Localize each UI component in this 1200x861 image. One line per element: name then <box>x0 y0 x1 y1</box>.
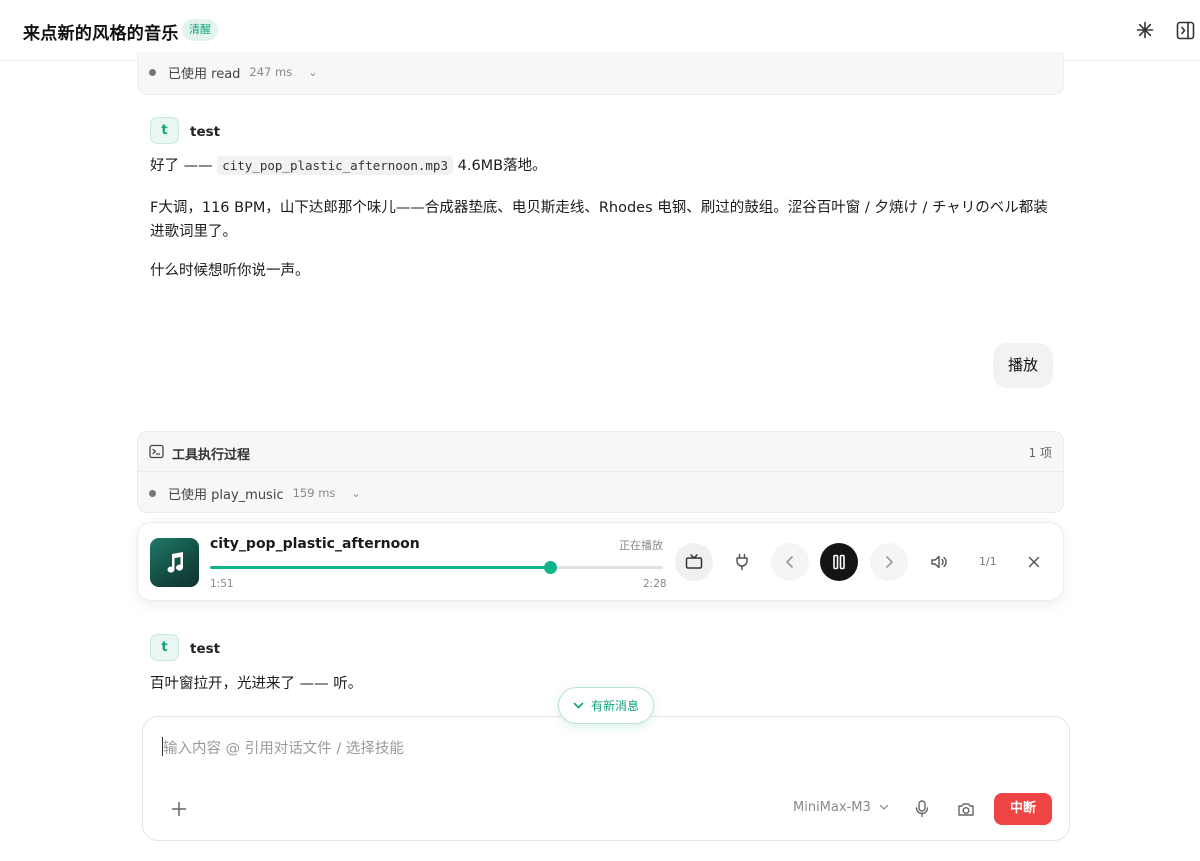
tool-usage-row[interactable]: 已使用 read 247 ms ⌄ <box>138 52 1063 92</box>
music-note-icon <box>167 551 183 573</box>
tool-panel-header[interactable]: 工具执行过程 1 项 <box>138 432 1063 472</box>
message-input[interactable]: 输入内容 @ 引用对话文件 / 选择技能 <box>163 737 404 758</box>
message-text: 好了 —— <box>150 158 218 174</box>
previous-button[interactable] <box>771 543 809 581</box>
plug-icon <box>736 553 748 571</box>
voice-input-button[interactable] <box>912 799 932 819</box>
tool-duration: 247 ms <box>249 65 293 79</box>
tool-process-panel: 工具执行过程 1 项 已使用 play_music 159 ms ⌄ <box>137 431 1064 513</box>
chevron-down-icon[interactable]: ⌄ <box>308 66 317 79</box>
track-title: city_pop_plastic_afternoon <box>210 536 420 552</box>
model-selector[interactable]: MiniMax-M3 <box>793 800 889 815</box>
mini-player-button[interactable] <box>675 543 713 581</box>
music-player: city_pop_plastic_afternoon 正在播放 1:51 2:2… <box>137 522 1064 601</box>
tool-usage-strip: 已使用 read 247 ms ⌄ <box>137 52 1064 95</box>
terminal-icon <box>149 444 164 463</box>
sparkle-icon[interactable] <box>1134 19 1156 41</box>
new-messages-label: 有新消息 <box>590 699 639 713</box>
close-player-button[interactable] <box>1015 543 1053 581</box>
sender-name: test <box>190 124 221 140</box>
tool-duration: 159 ms <box>292 486 336 500</box>
volume-icon <box>931 555 947 569</box>
new-messages-button[interactable]: 有新消息 <box>558 687 654 724</box>
progress-bar[interactable] <box>210 561 663 574</box>
avatar: t <box>150 634 179 661</box>
progress-fill <box>210 566 550 569</box>
microphone-icon <box>915 800 929 818</box>
tool-usage-row[interactable]: 已使用 play_music 159 ms ⌄ <box>138 473 1063 513</box>
next-button[interactable] <box>870 543 908 581</box>
chevron-down-icon <box>573 702 584 708</box>
progress-handle[interactable] <box>543 561 557 574</box>
tool-count: 1 项 <box>1028 446 1052 460</box>
tool-panel-title: 工具执行过程 <box>172 448 251 463</box>
total-time: 2:28 <box>643 578 667 590</box>
tv-icon <box>685 554 703 569</box>
elapsed-time: 1:51 <box>210 578 234 590</box>
plus-icon <box>171 801 187 817</box>
message-paragraph: F大调，116 BPM，山下达郎那个味儿——合成器垫底、电贝斯走线、Rhodes… <box>150 200 1048 240</box>
album-cover <box>150 538 199 587</box>
chevron-left-icon <box>786 556 793 568</box>
chevron-down-icon[interactable]: ⌄ <box>351 487 360 500</box>
sender-name: test <box>190 641 221 657</box>
user-message-bubble: 播放 <box>993 343 1054 388</box>
plug-button[interactable] <box>723 543 761 581</box>
interrupt-button[interactable]: 中断 <box>994 793 1052 825</box>
mood-badge[interactable]: 清醒 <box>182 19 218 41</box>
playlist-counter: 1/1 <box>979 555 997 568</box>
status-dot <box>149 68 156 76</box>
chevron-down-icon <box>879 804 888 810</box>
filename-code: city_pop_plastic_afternoon.mp3 <box>217 156 453 175</box>
chevron-right-icon <box>886 556 893 568</box>
playback-status: 正在播放 <box>619 539 663 552</box>
message-paragraph: 什么时候想听你说一声。 <box>150 263 310 279</box>
close-icon <box>1028 556 1040 568</box>
sidebar-toggle-icon[interactable] <box>1174 19 1196 41</box>
model-name: MiniMax-M3 <box>793 800 871 815</box>
tool-usage-label: 已使用 play_music <box>168 487 284 503</box>
tool-usage-label: 已使用 read <box>168 66 241 82</box>
message-line: 好了 —— city_pop_plastic_afternoon.mp3 4.6… <box>150 154 1050 178</box>
conversation-title: 来点新的风格的音乐 <box>23 24 179 44</box>
message-text: 4.6MB落地。 <box>453 158 547 174</box>
status-dot <box>149 489 156 497</box>
pause-button[interactable] <box>820 543 858 581</box>
camera-button[interactable] <box>955 799 977 819</box>
attach-button[interactable] <box>169 799 189 819</box>
pause-icon <box>833 554 845 570</box>
message-composer: 输入内容 @ 引用对话文件 / 选择技能 MiniMax-M3 中断 <box>142 716 1070 841</box>
avatar: t <box>150 117 179 144</box>
camera-icon <box>958 802 974 816</box>
volume-button[interactable] <box>920 543 958 581</box>
